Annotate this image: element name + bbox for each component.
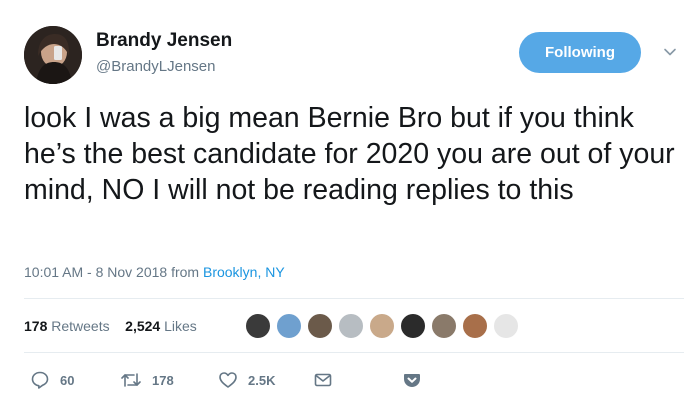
like-count: 2.5K: [248, 372, 276, 388]
reply-icon: [31, 371, 49, 389]
pocket-action[interactable]: [402, 370, 422, 390]
chevron-down-icon[interactable]: [662, 44, 678, 60]
tweet-actions: 60 178 2.5K: [30, 370, 450, 392]
tweet-meta: 10:01 AM - 8 Nov 2018 from Brooklyn, NY: [24, 264, 285, 280]
likes-label: Likes: [164, 318, 197, 334]
retweets-stat[interactable]: 178 Retweets: [24, 318, 110, 334]
liker-avatar[interactable]: [337, 312, 365, 340]
likers-avatars: [244, 312, 520, 342]
divider: [24, 352, 684, 353]
retweets-count: 178: [24, 318, 48, 334]
retweet-action[interactable]: 178: [120, 370, 174, 390]
liker-avatar[interactable]: [244, 312, 272, 340]
liker-avatar[interactable]: [461, 312, 489, 340]
retweets-label: Retweets: [51, 318, 110, 334]
reply-action[interactable]: 60: [30, 370, 74, 390]
liker-avatar[interactable]: [306, 312, 334, 340]
following-button[interactable]: Following: [519, 32, 641, 73]
retweet-icon: [121, 373, 141, 387]
heart-icon: [219, 372, 237, 388]
author-avatar[interactable]: [24, 26, 82, 84]
likes-count: 2,524: [125, 318, 161, 334]
author-name[interactable]: Brandy Jensen: [96, 30, 232, 52]
tweet-location-link[interactable]: Brooklyn, NY: [203, 264, 285, 280]
divider: [24, 298, 684, 299]
reply-count: 60: [60, 372, 75, 388]
retweet-count: 178: [152, 372, 174, 388]
likes-stat[interactable]: 2,524 Likes: [125, 318, 197, 334]
tweet-text: look I was a big mean Bernie Bro but if …: [24, 102, 675, 206]
pocket-icon: [404, 374, 420, 387]
avatar-photo: [24, 26, 82, 84]
tweet-timestamp[interactable]: 10:01 AM - 8 Nov 2018 from: [24, 264, 203, 280]
envelope-icon: [314, 373, 332, 387]
liker-avatar[interactable]: [492, 312, 520, 340]
like-action[interactable]: 2.5K: [218, 370, 275, 390]
liker-avatar[interactable]: [368, 312, 396, 340]
liker-avatar[interactable]: [399, 312, 427, 340]
tweet-stats: 178 Retweets 2,524 Likes: [24, 318, 197, 334]
direct-message-action[interactable]: [313, 370, 333, 390]
author-handle[interactable]: @BrandyLJensen: [96, 58, 215, 75]
liker-avatar[interactable]: [430, 312, 458, 340]
liker-avatar[interactable]: [275, 312, 303, 340]
